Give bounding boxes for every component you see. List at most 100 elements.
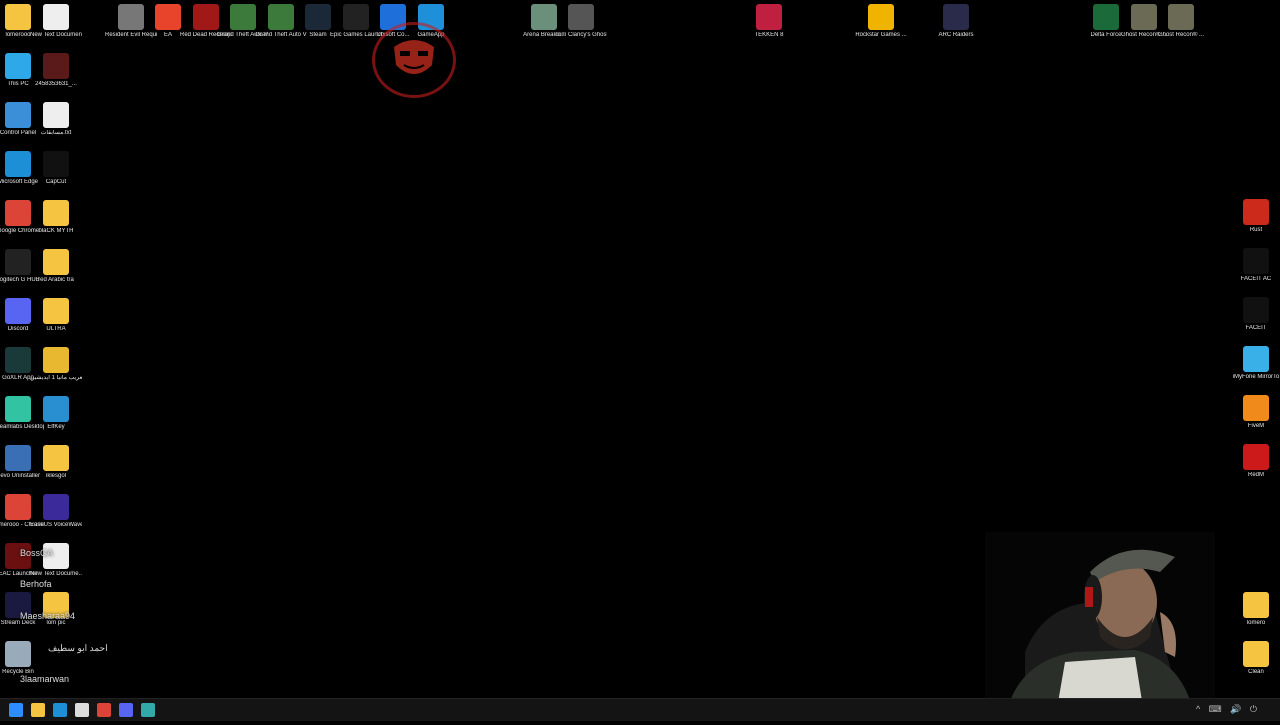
voicewave-icon <box>43 494 69 520</box>
folder-icon <box>43 200 69 226</box>
desktop-shortcut[interactable]: FiveM <box>1236 395 1276 430</box>
desktop-shortcut[interactable]: New Text Document.... <box>30 4 82 39</box>
ghost-recon-icon <box>1168 4 1194 30</box>
shortcut-label: مسابقات.txt <box>40 130 72 136</box>
desktop-shortcut[interactable]: EaseUS VoiceWave <box>30 494 82 529</box>
control-panel-icon <box>5 102 31 128</box>
webcam-feed <box>985 532 1215 720</box>
shortcut-label: ElfKey <box>47 424 65 430</box>
chat-username: Maesharaa94 <box>20 611 76 621</box>
store-icon[interactable] <box>75 703 89 717</box>
shortcut-label: red Arabic tra <box>38 277 74 283</box>
streamer-webcam-image <box>985 532 1215 720</box>
shortcut-label: Rust <box>1249 227 1263 233</box>
windows-start-icon[interactable] <box>9 703 23 717</box>
desktop-shortcut[interactable]: 2458353631_... <box>35 53 77 88</box>
gta-icon <box>268 4 294 30</box>
shortcut-label: blaCK MYTH <box>38 228 74 234</box>
shortcut-label: lom pic <box>46 620 66 626</box>
shortcut-label: iklesgol <box>45 473 66 479</box>
desktop-shortcut[interactable]: iklesgol <box>36 445 76 480</box>
steam-icon <box>305 4 331 30</box>
shortcut-label: RedM <box>1247 472 1264 478</box>
chat-username: Berhofa <box>20 579 52 589</box>
bearded-mask-icon <box>394 40 434 74</box>
elfkey-icon <box>43 396 69 422</box>
desktop-shortcut[interactable]: Recycle Bin <box>0 641 38 676</box>
folder-icon <box>43 347 69 373</box>
desktop-shortcut[interactable]: تعريب مانيا 1 ايديشين <box>30 347 82 382</box>
desktop-shortcut[interactable]: ULTRA <box>36 298 76 333</box>
shortcut-label: Rockstar Games ... <box>855 32 907 38</box>
desktop-shortcut[interactable]: Rockstar Games ... <box>855 4 907 39</box>
folder-icon <box>43 249 69 275</box>
discord-icon <box>5 298 31 324</box>
desktop-shortcut[interactable]: ElfKey <box>36 396 76 431</box>
desktop-shortcut[interactable]: FACEIT <box>1236 297 1276 332</box>
revo-icon <box>5 445 31 471</box>
monitor-icon <box>5 53 31 79</box>
shortcut-label: EaseUS VoiceWave <box>30 522 82 528</box>
chat-username: 3laamarwan <box>20 674 70 684</box>
shortcut-label: lomero <box>1246 620 1266 626</box>
desktop-shortcut[interactable]: Ghost Recon® ... <box>1158 4 1204 39</box>
stream-logo-overlay <box>372 22 456 98</box>
desktop-shortcut[interactable]: TEKKEN 8 <box>749 4 789 39</box>
faceit-icon <box>1243 297 1269 323</box>
tekken-icon <box>756 4 782 30</box>
delta-force-icon <box>1093 4 1119 30</box>
desktop-shortcut[interactable]: Rust <box>1236 199 1276 234</box>
goxlr-icon <box>5 347 31 373</box>
rust-icon <box>1243 199 1269 225</box>
gta-icon <box>230 4 256 30</box>
ghost-recon-icon <box>568 4 594 30</box>
redm-icon <box>1243 444 1269 470</box>
logitech-icon <box>5 249 31 275</box>
mirrorto-icon <box>1243 346 1269 372</box>
desktop-shortcut[interactable]: Tom Clancy's Ghost Reco... <box>555 4 607 39</box>
taskbar: ^ ⌨ 🔊 ⏻ <box>0 698 1280 721</box>
shortcut-label: 2458353631_... <box>35 81 77 87</box>
shortcut-label: Clean <box>1248 669 1264 675</box>
system-tray[interactable]: ^ ⌨ 🔊 ⏻ <box>1196 704 1260 715</box>
arc-raiders-icon <box>943 4 969 30</box>
folder-icon <box>43 298 69 324</box>
fivem-icon <box>1243 395 1269 421</box>
re-icon <box>118 4 144 30</box>
desktop-shortcut[interactable]: lomero <box>1236 592 1276 627</box>
edge-icon[interactable] <box>53 703 67 717</box>
discord-icon[interactable] <box>119 703 133 717</box>
file-explorer-icon[interactable] <box>31 703 45 717</box>
arena-icon <box>531 4 557 30</box>
recycle-bin-icon <box>5 641 31 667</box>
rdr-icon <box>193 4 219 30</box>
desktop-shortcut[interactable]: FACEIT AC <box>1236 248 1276 283</box>
desktop-shortcut[interactable]: CapCut <box>36 151 76 186</box>
desktop-shortcut[interactable]: red Arabic tra <box>36 249 76 284</box>
shortcut-label: TEKKEN 8 <box>754 32 784 38</box>
epic-icon <box>343 4 369 30</box>
text-file-icon <box>43 4 69 30</box>
desktop-shortcut[interactable]: RedM <box>1236 444 1276 479</box>
faceit-ac-icon <box>1243 248 1269 274</box>
chat-username: احمد ابو سطيف <box>48 643 108 653</box>
shortcut-label: FiveM <box>1247 423 1265 429</box>
ghost-recon-icon <box>1131 4 1157 30</box>
shortcut-label: ULTRA <box>46 326 66 332</box>
goxlr-icon[interactable] <box>141 703 155 717</box>
ea-icon <box>155 4 181 30</box>
desktop-shortcut[interactable]: blaCK MYTH <box>36 200 76 235</box>
desktop-shortcut[interactable]: Clean <box>1236 641 1276 676</box>
desktop-shortcut[interactable]: lom pic <box>36 592 76 627</box>
desktop-shortcut[interactable]: ARC Raiders <box>936 4 976 39</box>
shortcut-label: Ghost Recon® ... <box>1157 32 1205 38</box>
chrome-icon <box>5 494 31 520</box>
shortcut-label: تعريب مانيا 1 ايديشين <box>30 375 82 381</box>
desktop-shortcut[interactable]: مسابقات.txt <box>36 102 76 137</box>
desktop-shortcut[interactable]: iMyFone MirrorTo <box>1233 346 1279 381</box>
chrome-icon <box>5 200 31 226</box>
rockstar-icon <box>868 4 894 30</box>
shortcut-label: FACEIT AC <box>1240 276 1272 282</box>
chrome-icon[interactable] <box>97 703 111 717</box>
shortcut-label: Tom Clancy's Ghost Reco... <box>555 32 607 38</box>
